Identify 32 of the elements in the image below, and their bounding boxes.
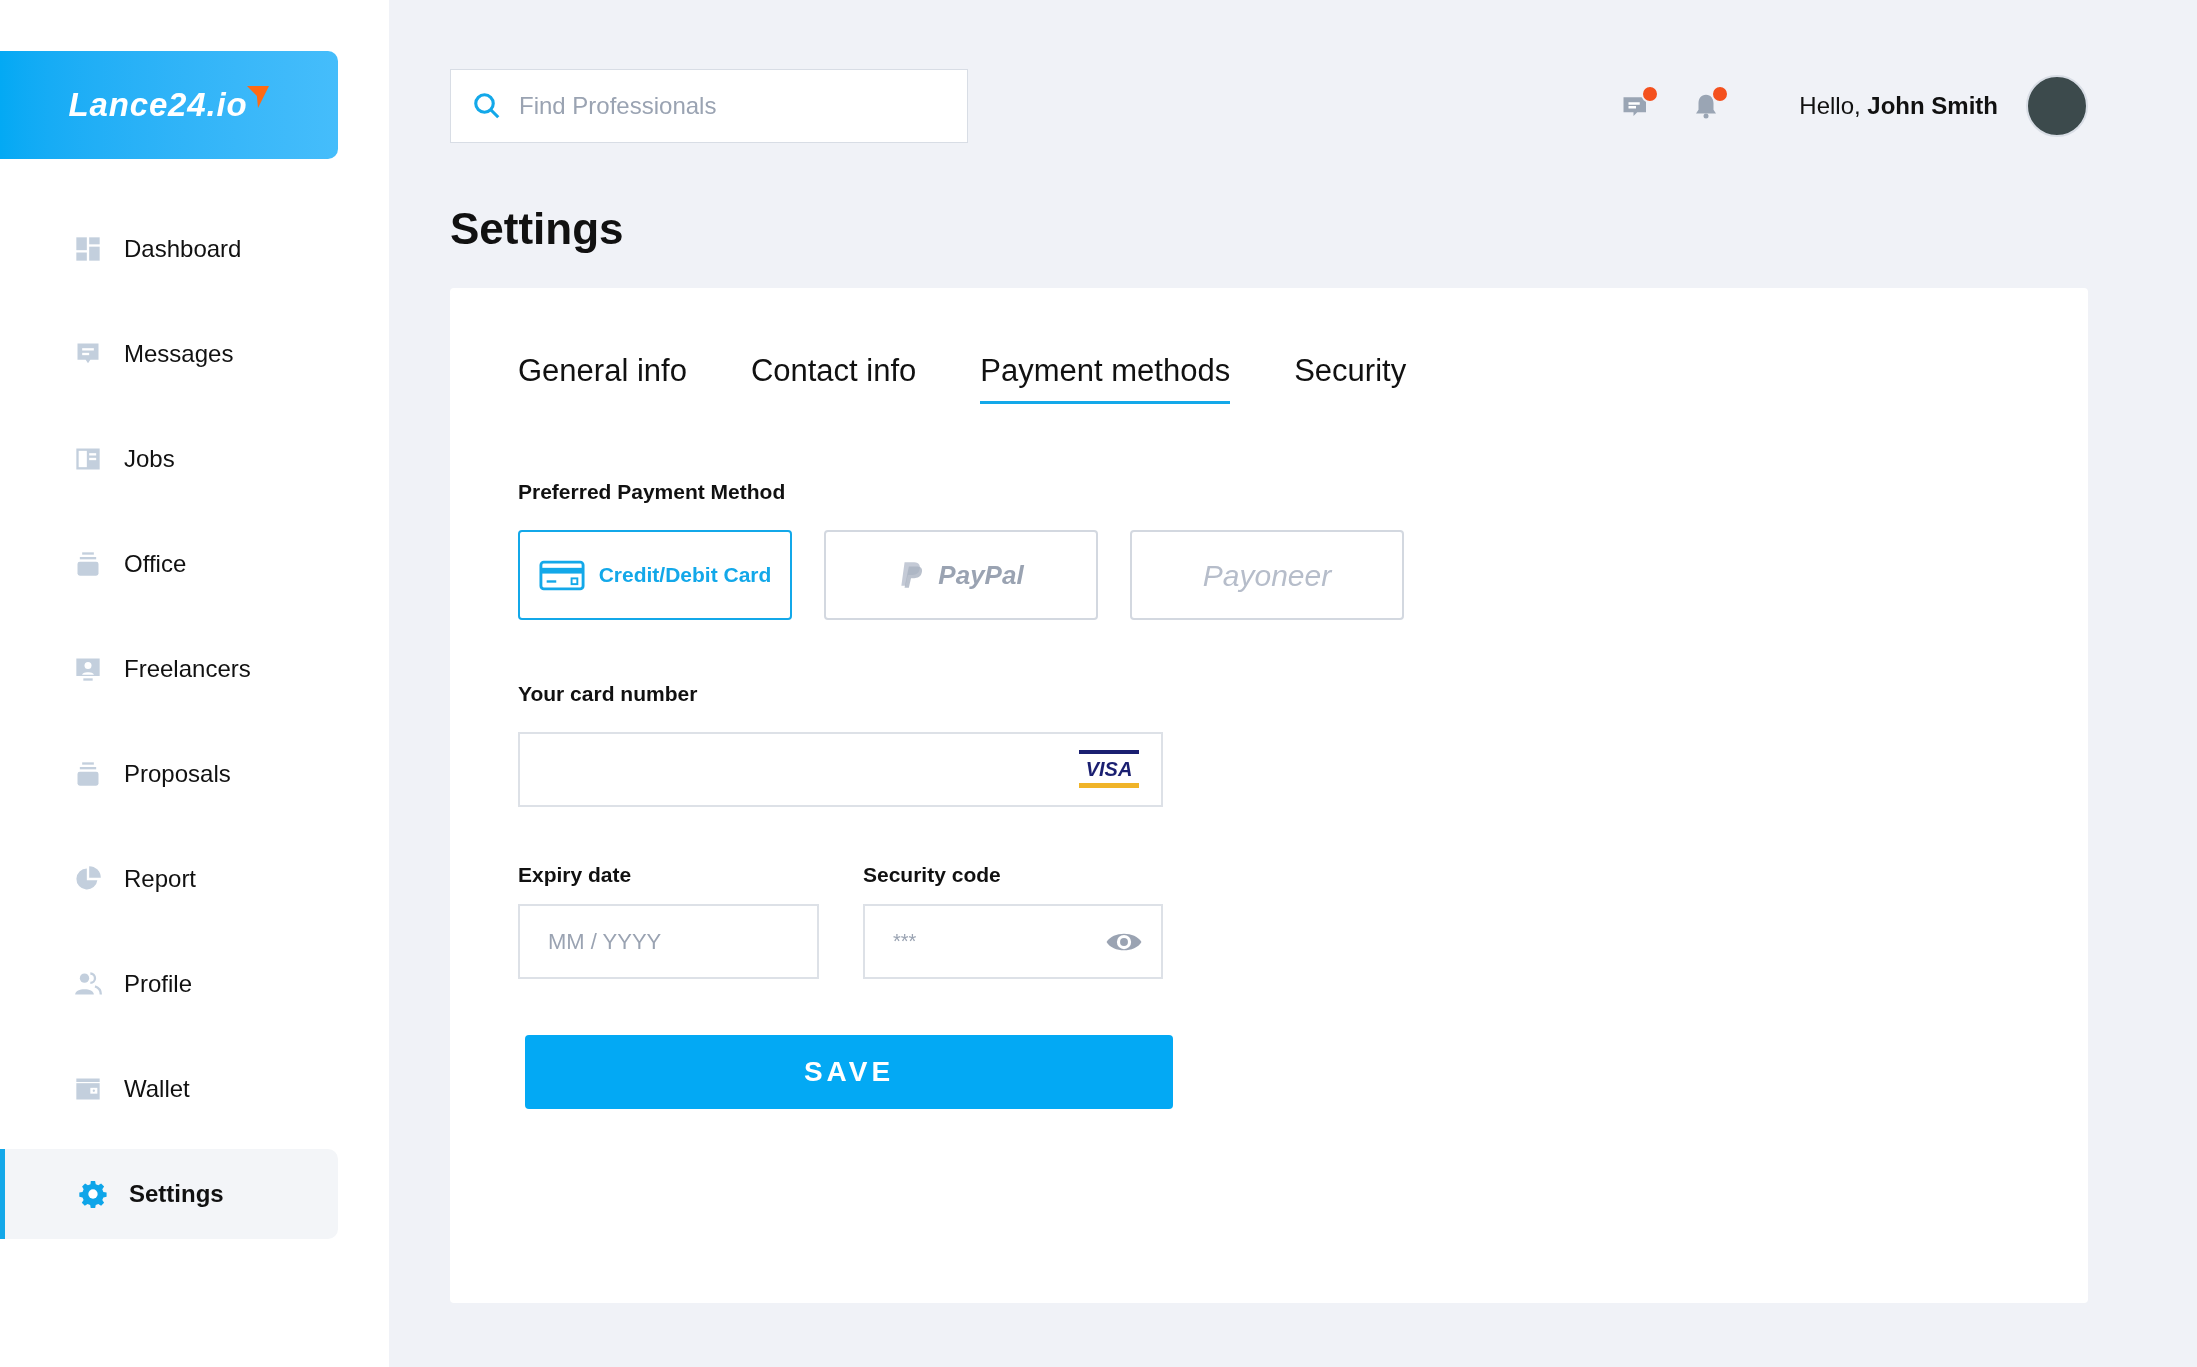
field-label: Preferred Payment Method <box>518 478 787 505</box>
expiry-date-field[interactable]: MM / YYYY <box>518 904 819 979</box>
credit-card-icon <box>538 559 585 591</box>
tab[interactable]: Payment methods <box>980 348 1231 404</box>
double-p-icon <box>898 560 925 590</box>
sidebar-item[interactable]: Dashboard <box>0 204 338 294</box>
sidebar-item[interactable]: Settings <box>0 1149 338 1239</box>
settings-icon <box>79 1180 107 1208</box>
page-title: Settings <box>450 203 625 255</box>
card-number-field[interactable]: VISA <box>518 731 1163 807</box>
tab[interactable]: Security <box>1294 348 1407 404</box>
tab[interactable]: General info <box>518 348 687 404</box>
sidebar-item[interactable]: Messages <box>0 309 338 399</box>
field-label: Security code <box>863 861 1002 888</box>
sidebar-item[interactable]: Proposals <box>0 729 338 819</box>
sidebar-item[interactable]: Office <box>0 519 338 609</box>
tab[interactable]: Contact info <box>750 348 917 404</box>
users-icon <box>74 970 102 998</box>
dashboard-icon <box>74 235 102 263</box>
field-label: Your card number <box>518 681 699 707</box>
search-icon <box>472 91 502 121</box>
search-field[interactable]: Find Professionals <box>450 69 968 143</box>
sidebar-item[interactable]: Wallet <box>0 1044 338 1134</box>
sidebar-item[interactable]: Profile <box>0 939 338 1029</box>
sidebar-item[interactable]: Report <box>0 834 338 924</box>
security-code-field[interactable]: *** <box>863 904 1163 979</box>
greeting: Hello, John Smith <box>1799 91 1998 121</box>
arrow-icon <box>247 86 270 108</box>
sidebar-item[interactable]: Jobs <box>0 414 338 504</box>
field-label: Expiry date <box>518 861 633 888</box>
sidebar-item[interactable]: Freelancers <box>0 624 338 714</box>
card-brand-logo: VISA <box>1079 750 1139 788</box>
